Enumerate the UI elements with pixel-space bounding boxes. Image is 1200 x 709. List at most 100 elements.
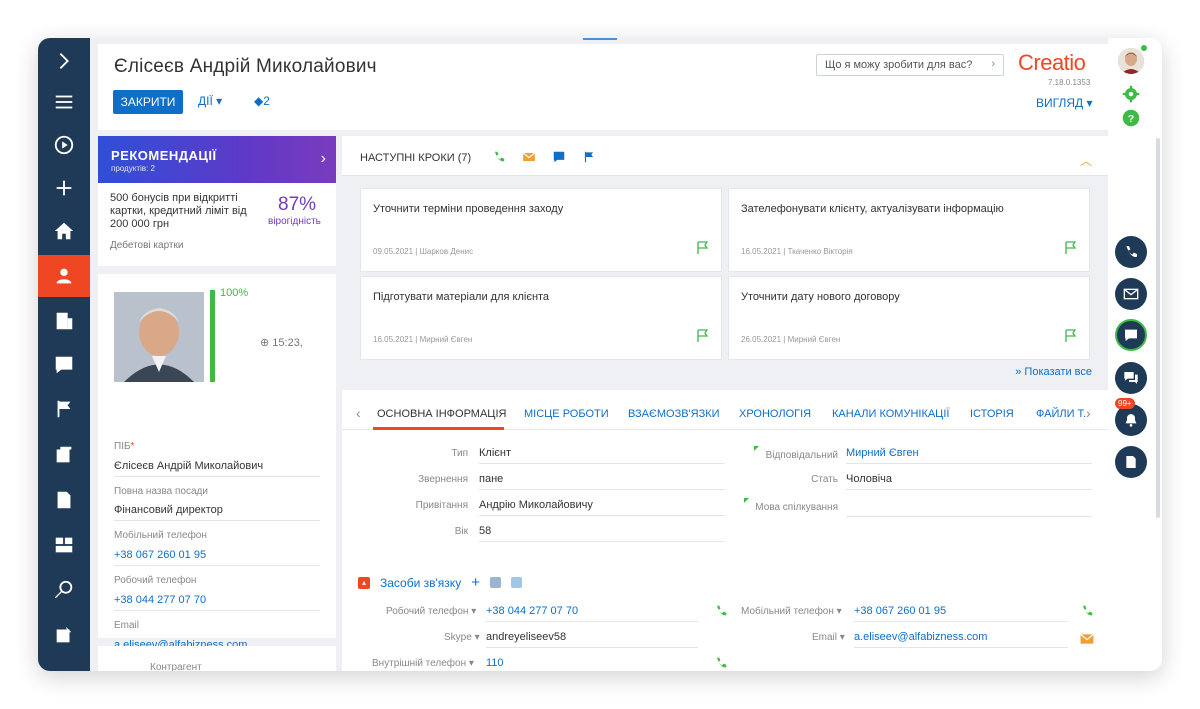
collapse-icon[interactable]: ︿	[1080, 152, 1092, 169]
field-label-type: Тип	[451, 448, 468, 459]
field-label-address: Звернення	[418, 474, 468, 485]
play-process-icon[interactable]	[38, 124, 90, 166]
account-card: Контрагент	[98, 646, 336, 671]
tab-main-info[interactable]: ОСНОВНА ІНФОРМАЦІЯ	[377, 408, 506, 420]
notifications-panel-button[interactable]: 99+	[1115, 398, 1147, 436]
feed-panel-button[interactable]	[1115, 362, 1147, 394]
call-icon[interactable]	[492, 150, 506, 169]
twitter-icon[interactable]	[510, 577, 522, 588]
task-card[interactable]: Уточнити терміни проведення заходу 09.05…	[360, 188, 722, 272]
field-value-mobile[interactable]: +38 067 260 01 95	[114, 549, 320, 566]
contacts-icon[interactable]	[38, 255, 90, 297]
recommendation-percent: 87%	[278, 194, 317, 215]
call-icon[interactable]	[714, 656, 728, 671]
chevron-down-icon: ▾	[1086, 96, 1093, 110]
field-value-gender[interactable]: Чоловіча	[846, 473, 1092, 490]
contact-value-internal-phone[interactable]: 110	[486, 657, 698, 671]
field-value-age[interactable]: 58	[479, 525, 725, 542]
actions-dropdown[interactable]: ДІЇ ▾	[198, 94, 222, 108]
contact-label-mobile[interactable]: Мобільний телефон ▾	[741, 606, 842, 617]
tab-relations[interactable]: ВЗАЄМОЗВ'ЯЗКИ	[628, 408, 720, 420]
contact-label-skype[interactable]: Skype ▾	[444, 632, 480, 643]
close-button[interactable]: ЗАКРИТИ	[113, 90, 183, 114]
field-value-greeting[interactable]: Андрію Миколайовичу	[479, 499, 725, 516]
email-panel-button[interactable]	[1115, 278, 1147, 310]
complete-flag-icon[interactable]	[1065, 329, 1077, 348]
chevron-right-icon[interactable]: ›	[1086, 405, 1091, 421]
contact-value-mobile[interactable]: +38 067 260 01 95	[854, 605, 1068, 622]
user-avatar[interactable]	[1118, 48, 1144, 74]
assistant-search-input[interactable]: Що я можу зробити для вас? ›	[816, 54, 1004, 76]
view-dropdown[interactable]: ВИГЛЯД ▾	[1036, 96, 1093, 110]
task-card[interactable]: Підготувати матеріали для клієнта 16.05.…	[360, 276, 722, 360]
left-sidebar	[38, 38, 90, 671]
field-value-name[interactable]: Єлісеєв Андрій Миколайович	[114, 460, 320, 477]
task-title: Підготувати матеріали для клієнта	[373, 291, 550, 303]
call-icon[interactable]	[1080, 604, 1094, 623]
home-icon[interactable]	[38, 210, 90, 252]
next-steps-body: Уточнити терміни проведення заходу 09.05…	[342, 176, 1108, 386]
complete-flag-icon[interactable]	[697, 241, 709, 260]
call-icon[interactable]	[714, 604, 728, 623]
add-contact-icon[interactable]: +	[471, 574, 480, 591]
email-icon[interactable]	[522, 150, 536, 169]
complete-flag-icon[interactable]	[1065, 241, 1077, 260]
tab-workplace[interactable]: МІСЦЕ РОБОТИ	[524, 408, 609, 420]
contact-label-internal-phone[interactable]: Внутрішній телефон ▾	[372, 658, 474, 669]
tab-channels[interactable]: КАНАЛИ КОМУНІКАЦІЇ	[832, 408, 949, 420]
recommendation-text: 500 бонусів при відкритті картки, кредит…	[110, 192, 247, 230]
contact-value-email[interactable]: a.eliseev@alfabizness.com	[854, 631, 1068, 648]
contact-value-skype[interactable]: andreyeliseev58	[486, 631, 698, 648]
contact-label-email[interactable]: Email ▾	[812, 632, 845, 643]
field-value-owner[interactable]: Мирний Євген	[846, 447, 1092, 464]
field-value-address[interactable]: пане	[479, 473, 725, 490]
documents-icon[interactable]	[38, 479, 90, 521]
task-card[interactable]: Зателефонувати клієнту, актуалізувати ін…	[728, 188, 1090, 272]
field-label-owner: Відповідальний	[765, 450, 838, 461]
profile-completeness-bar	[210, 290, 215, 382]
alert-icon[interactable]	[38, 344, 90, 386]
tab-history[interactable]: ІСТОРІЯ	[970, 408, 1014, 420]
menu-icon[interactable]	[38, 81, 90, 123]
show-all-link[interactable]: » Показати все	[1015, 366, 1092, 378]
facebook-icon[interactable]	[489, 577, 501, 588]
gear-icon[interactable]	[1121, 84, 1141, 104]
dashboard-icon[interactable]	[38, 524, 90, 566]
search-analytics-icon[interactable]	[38, 569, 90, 611]
contacts-section-title[interactable]: Засоби зв'язку	[380, 576, 461, 590]
help-icon[interactable]: ?	[1121, 108, 1141, 128]
chevron-right-icon[interactable]: ›	[321, 150, 326, 168]
tags-button[interactable]: ◆2	[254, 94, 270, 108]
field-value-position[interactable]: Фінансовий директор	[114, 504, 320, 521]
collapse-toggle-icon[interactable]: ▴	[358, 576, 370, 589]
profile-card: 100% ⊕ 15:23, ПІБ* Єлісеєв Андрій Микола…	[98, 274, 336, 656]
field-value-type[interactable]: Клієнт	[479, 447, 725, 464]
page-scrollbar[interactable]	[1156, 138, 1160, 518]
recommendation-header[interactable]: РЕКОМЕНДАЦІЇ продуктів: 2 ›	[98, 136, 336, 183]
task-meta: 16.05.2021 | Ткаченко Вікторія	[741, 247, 853, 256]
add-icon[interactable]	[38, 167, 90, 209]
phone-panel-button[interactable]	[1115, 236, 1147, 268]
chat-panel-button[interactable]	[1115, 319, 1147, 351]
field-label-greeting: Привітання	[415, 500, 468, 511]
flag-icon[interactable]	[582, 150, 596, 169]
tab-timeline[interactable]: ХРОНОЛОГІЯ	[739, 408, 811, 420]
message-icon[interactable]	[552, 150, 566, 169]
field-value-work-phone[interactable]: +38 044 277 07 70	[114, 594, 320, 611]
expand-sidebar-icon[interactable]	[38, 40, 90, 82]
complete-flag-icon[interactable]	[697, 329, 709, 348]
notifications-badge: 99+	[1115, 398, 1135, 409]
tab-files[interactable]: ФАЙЛИ Т.	[1036, 408, 1086, 420]
accounts-icon[interactable]	[38, 300, 90, 342]
flag-icon[interactable]	[38, 388, 90, 430]
contact-photo[interactable]	[114, 292, 204, 382]
tasks-icon[interactable]	[38, 614, 90, 656]
contact-label-work-phone[interactable]: Робочий телефон ▾	[386, 606, 476, 617]
email-icon[interactable]	[1080, 632, 1094, 650]
processes-panel-button[interactable]	[1115, 446, 1147, 478]
contact-value-work-phone[interactable]: +38 044 277 07 70	[486, 605, 698, 622]
chevron-left-icon[interactable]: ‹	[356, 405, 361, 421]
orders-icon[interactable]	[38, 434, 90, 476]
field-value-language[interactable]	[846, 499, 1092, 517]
task-card[interactable]: Уточнити дату нового договору 26.05.2021…	[728, 276, 1090, 360]
